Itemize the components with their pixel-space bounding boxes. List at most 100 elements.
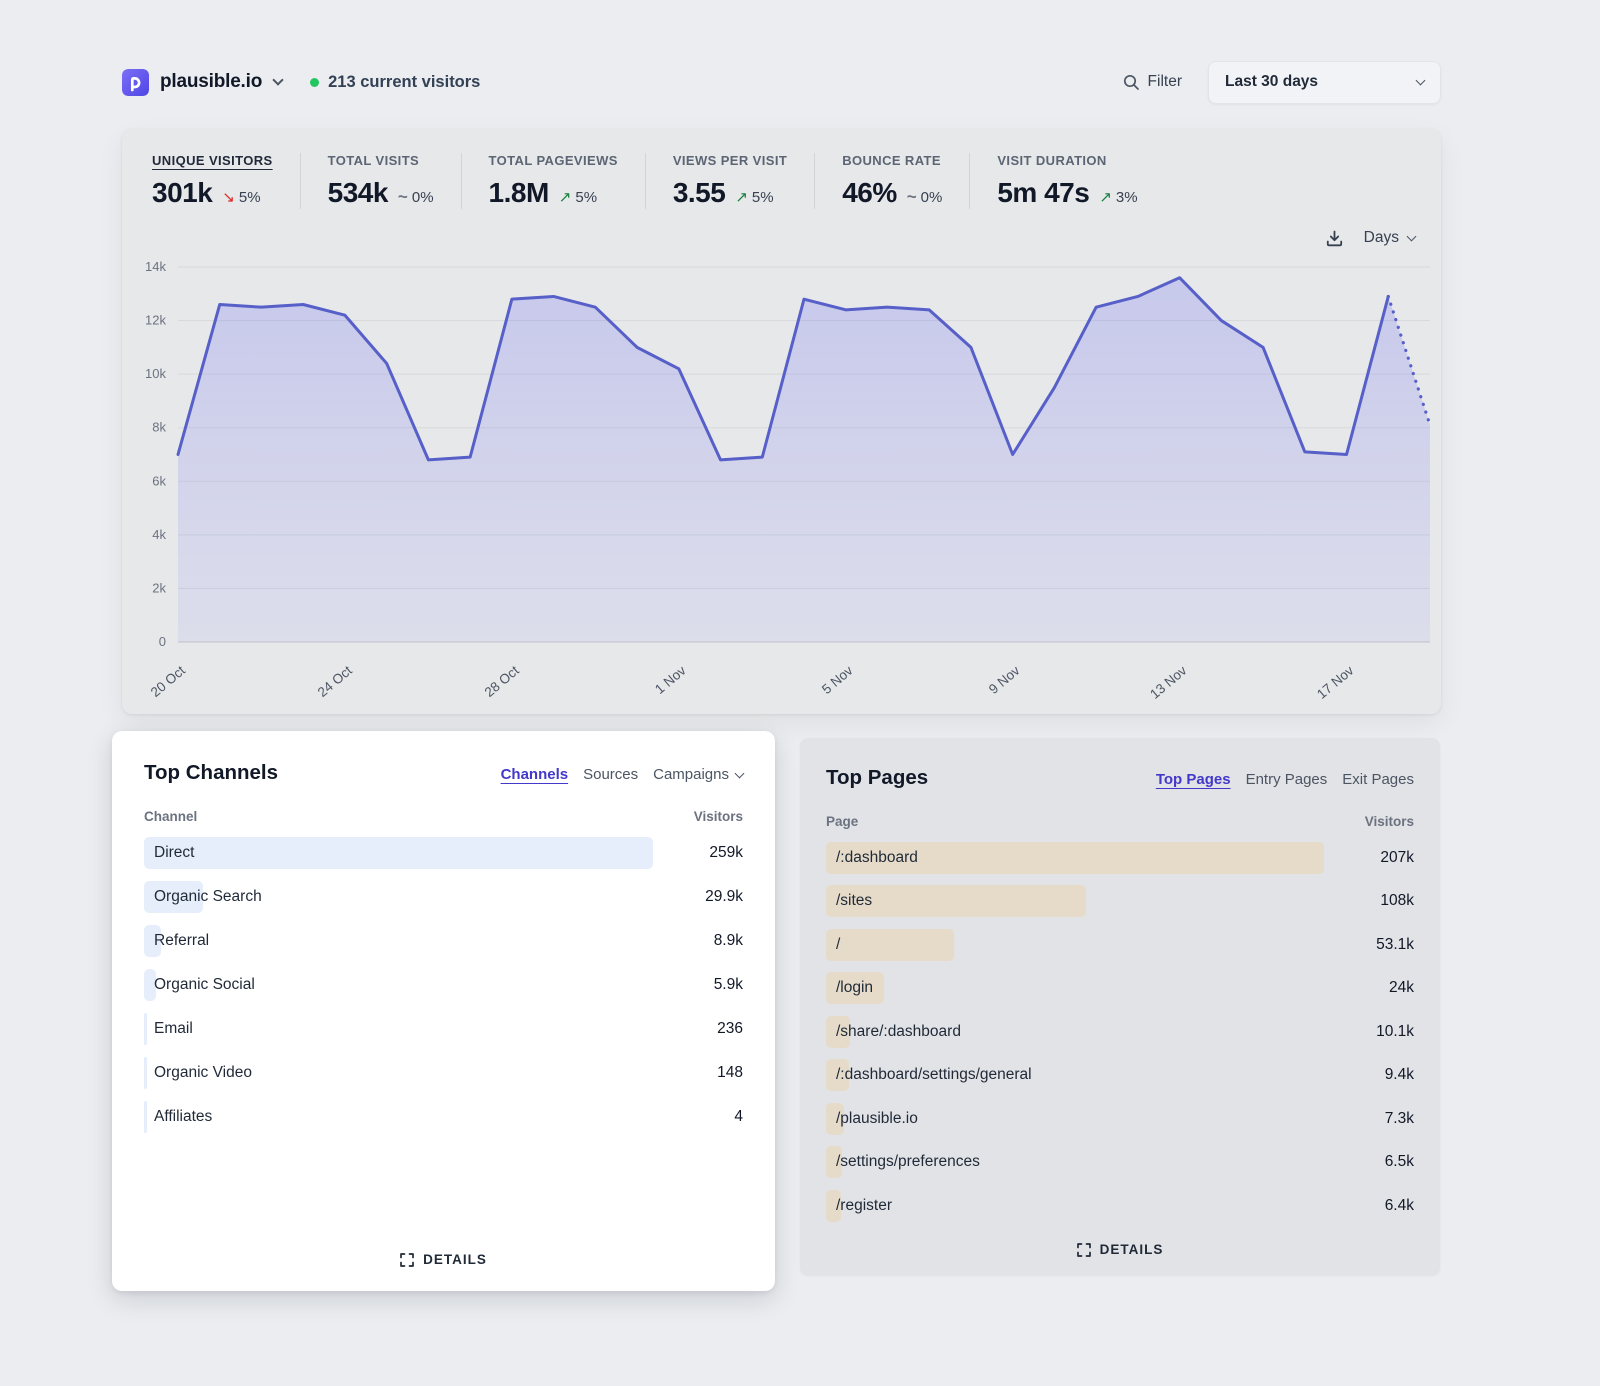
list-item-affiliates[interactable]: Affiliates4 (144, 1095, 743, 1139)
delta-flat-icon: ~ (907, 187, 917, 207)
chevron-down-icon (272, 74, 283, 85)
svg-text:4k: 4k (152, 527, 166, 542)
row-value: 24k (1334, 979, 1414, 997)
list-item-organic-video[interactable]: Organic Video 148 (144, 1051, 743, 1095)
svg-text:10k: 10k (145, 366, 166, 381)
row-value: 259k (663, 844, 743, 862)
expand-icon (1077, 1243, 1091, 1257)
stat-visit-duration[interactable]: VISIT DURATION5m 47s↗3% (969, 153, 1164, 209)
chevron-down-icon (1416, 76, 1426, 86)
row-label: / (836, 936, 840, 954)
bar-track: Direct (144, 837, 653, 869)
value-bar (144, 1101, 147, 1133)
svg-text:5 Nov: 5 Nov (819, 663, 856, 697)
row-label: /settings/preferences (836, 1153, 980, 1171)
bar-track: /:dashboard (826, 842, 1324, 874)
download-icon (1325, 229, 1344, 248)
row-label: Organic Video (154, 1064, 252, 1082)
tab-label: Campaigns (653, 766, 729, 783)
list-item-dashboard[interactable]: /:dashboard207k (826, 836, 1414, 880)
interval-dropdown[interactable]: Days (1364, 229, 1415, 247)
list-item-root[interactable]: / 53.1k (826, 923, 1414, 967)
channels-details-button[interactable]: DETAILS (400, 1252, 487, 1267)
list-item-email[interactable]: Email236 (144, 1007, 743, 1051)
svg-text:0: 0 (159, 634, 166, 649)
bar-track: /plausible.io (826, 1103, 1324, 1135)
stat-unique-visitors[interactable]: UNIQUE VISITORS301k↘5% (152, 153, 300, 209)
top-channels-tabs: Channels Sources Campaigns (501, 766, 743, 783)
tab-label: Sources (583, 766, 638, 783)
stat-bounce-rate[interactable]: BOUNCE RATE 46% ~0% (814, 153, 969, 209)
list-item-referral[interactable]: Referral8.9k (144, 919, 743, 963)
expand-icon (400, 1253, 414, 1267)
svg-text:28 Oct: 28 Oct (482, 663, 522, 700)
row-label: /:dashboard (836, 849, 918, 867)
row-label: /plausible.io (836, 1110, 918, 1128)
top-pages-title: Top Pages (826, 766, 928, 790)
filter-button[interactable]: Filter (1123, 73, 1182, 91)
tab-exit-pages[interactable]: Exit Pages (1342, 771, 1414, 788)
stat-value: 3.55 (673, 177, 726, 209)
site-switcher[interactable]: plausible.io (122, 69, 282, 96)
top-header: plausible.io 213 current visitors Filter… (122, 62, 1441, 102)
list-item-direct[interactable]: Direct 259k (144, 831, 743, 875)
tab-sources[interactable]: Sources (583, 766, 638, 783)
svg-text:6k: 6k (152, 473, 166, 488)
list-item-login[interactable]: /login 24k (826, 967, 1414, 1011)
tab-label: Entry Pages (1246, 771, 1328, 788)
chart-area: 02k4k6k8k10k12k14k20 Oct24 Oct28 Oct1 No… (122, 255, 1441, 710)
tab-channels[interactable]: Channels (501, 766, 569, 783)
pages-details-button[interactable]: DETAILS (1077, 1242, 1164, 1257)
stat-label: TOTAL PAGEVIEWS (489, 153, 618, 168)
list-item-settings-preferences[interactable]: /settings/preferences6.5k (826, 1141, 1414, 1185)
svg-text:9 Nov: 9 Nov (986, 663, 1023, 697)
stat-label: VISIT DURATION (997, 153, 1137, 168)
dashboard-page: plausible.io 213 current visitors Filter… (122, 62, 1441, 1291)
plausible-logo-icon (122, 69, 149, 96)
list-item-organic-social[interactable]: Organic Social5.9k (144, 963, 743, 1007)
stat-label: BOUNCE RATE (842, 153, 942, 168)
list-item-register[interactable]: /register6.4k (826, 1184, 1414, 1228)
metrics-card: UNIQUE VISITORS301k↘5%TOTAL VISITS534k~0… (122, 129, 1441, 714)
pages-column-header: Page Visitors (826, 814, 1414, 829)
list-item-organic-search[interactable]: Organic Search29.9k (144, 875, 743, 919)
search-icon (1123, 74, 1140, 91)
row-value: 9.4k (1334, 1066, 1414, 1084)
tab-top-pages[interactable]: Top Pages (1156, 771, 1231, 788)
stat-label: UNIQUE VISITORS (152, 153, 273, 168)
row-value: 29.9k (663, 888, 743, 906)
stat-value-row: 46% ~0% (842, 177, 942, 209)
delta-value: 0% (921, 189, 943, 206)
bar-track: /register (826, 1190, 1324, 1222)
bar-track: Affiliates (144, 1101, 653, 1133)
row-label: Affiliates (154, 1108, 212, 1126)
top-channels-header: Top Channels ChannelsSourcesCampaigns (144, 761, 743, 785)
bar-track: Referral (144, 925, 653, 957)
row-label: /login (836, 979, 873, 997)
stat-total-pageviews[interactable]: TOTAL PAGEVIEWS1.8M↗5% (461, 153, 645, 209)
tab-campaigns[interactable]: Campaigns (653, 766, 743, 783)
row-label: Referral (154, 932, 209, 950)
current-visitors[interactable]: 213 current visitors (310, 73, 480, 92)
tab-label: Channels (501, 766, 569, 783)
stat-value: 46% (842, 177, 897, 209)
list-item-sites[interactable]: /sites108k (826, 880, 1414, 924)
tab-entry-pages[interactable]: Entry Pages (1246, 771, 1328, 788)
delta-value: 3% (1116, 189, 1138, 206)
list-item-dashboard-settings-general[interactable]: /:dashboard/settings/general 9.4k (826, 1054, 1414, 1098)
row-label: /:dashboard/settings/general (836, 1066, 1032, 1084)
date-range-dropdown[interactable]: Last 30 days (1208, 61, 1441, 104)
stat-delta: ↘5% (222, 188, 260, 206)
row-value: 148 (663, 1064, 743, 1082)
list-item-plausible-io[interactable]: /plausible.io 7.3k (826, 1097, 1414, 1141)
delta-up-icon: ↗ (559, 188, 572, 206)
row-value: 7.3k (1334, 1110, 1414, 1128)
row-value: 53.1k (1334, 936, 1414, 954)
pages-details-label: DETAILS (1100, 1242, 1164, 1257)
channels-rows: Direct 259k Organic Search29.9kReferral8.9… (144, 831, 743, 1139)
svg-text:17 Nov: 17 Nov (1314, 663, 1357, 702)
stat-total-visits[interactable]: TOTAL VISITS534k~0% (300, 153, 461, 209)
stat-views-per-visit[interactable]: VIEWS PER VISIT3.55↗5% (645, 153, 814, 209)
download-button[interactable] (1325, 229, 1344, 248)
list-item-share-dashboard[interactable]: /share/:dashboard10.1k (826, 1010, 1414, 1054)
